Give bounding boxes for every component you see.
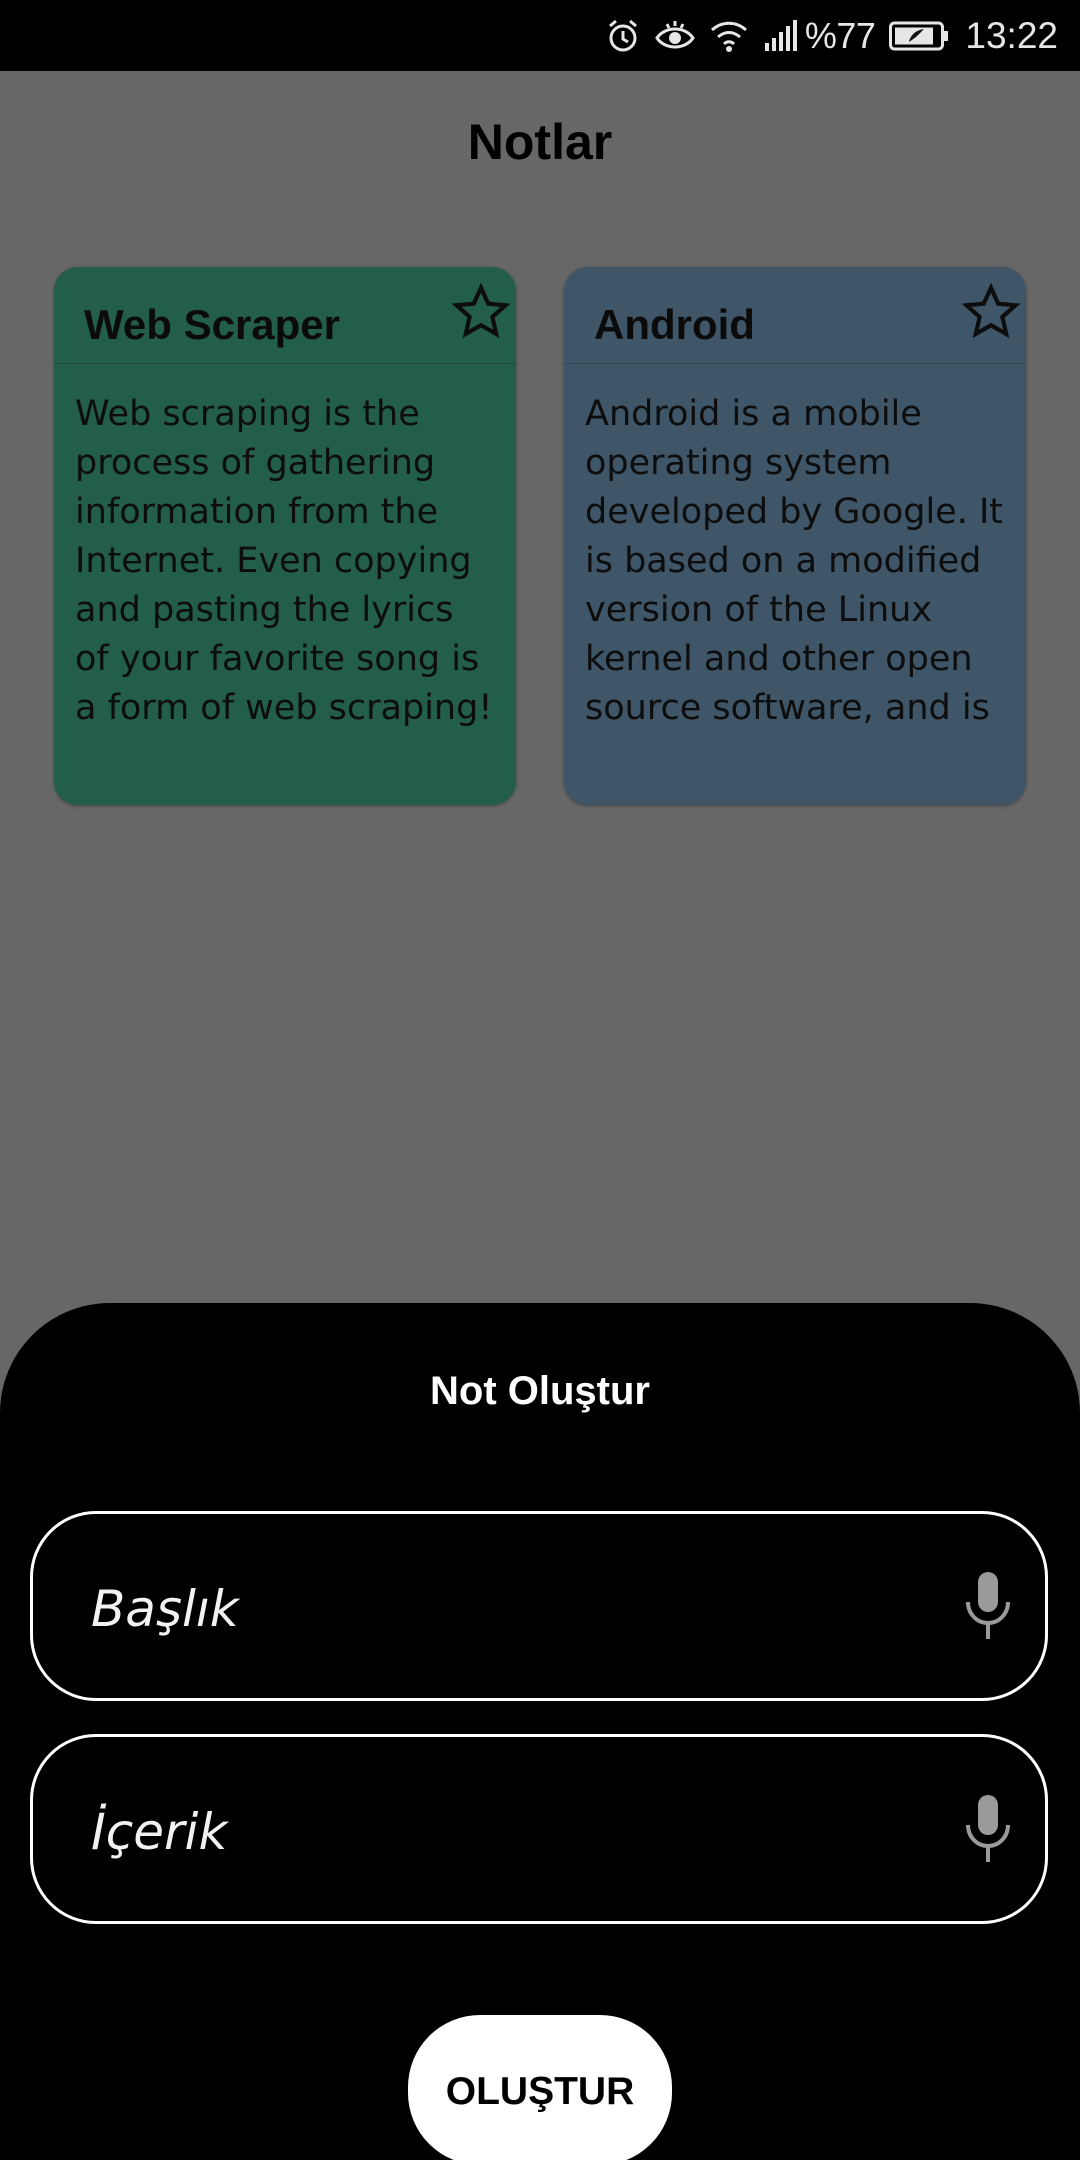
- title-field-placeholder: Başlık: [91, 1580, 239, 1638]
- wifi-icon: [709, 18, 749, 54]
- status-bar: %77 13:22: [0, 0, 1080, 71]
- note-card[interactable]: Android Android is a mobile operating sy…: [564, 267, 1026, 805]
- star-icon[interactable]: [960, 281, 1022, 343]
- page-title: Notlar: [467, 114, 613, 170]
- mic-icon[interactable]: [961, 1568, 1015, 1648]
- note-title: Android: [594, 301, 755, 348]
- sheet-title: Not Oluştur: [430, 1369, 650, 1413]
- star-icon[interactable]: [450, 281, 512, 343]
- alarm-icon: [605, 18, 641, 54]
- eye-icon: [655, 18, 695, 54]
- clock: 13:22: [965, 14, 1058, 56]
- signal-icon: [763, 19, 799, 53]
- note-card-header: Web Scraper: [54, 267, 516, 364]
- note-body: Web scraping is the process of gathering…: [75, 394, 493, 728]
- content-field[interactable]: İçerik: [30, 1734, 1048, 1924]
- content-field-placeholder: İçerik: [91, 1803, 228, 1861]
- note-title: Web Scraper: [84, 301, 340, 348]
- create-note-sheet: Not Oluştur Başlık İçerik OLUŞTUR: [0, 1303, 1080, 2160]
- note-card-header: Android: [564, 267, 1026, 364]
- battery-percent: %77: [804, 14, 876, 56]
- note-card[interactable]: Web Scraper Web scraping is the process …: [54, 267, 516, 805]
- battery-icon: [889, 21, 949, 51]
- mic-icon[interactable]: [961, 1791, 1015, 1871]
- title-field[interactable]: Başlık: [30, 1511, 1048, 1701]
- note-body: Android is a mobile operating system dev…: [585, 394, 1004, 728]
- create-button[interactable]: OLUŞTUR: [408, 2015, 672, 2160]
